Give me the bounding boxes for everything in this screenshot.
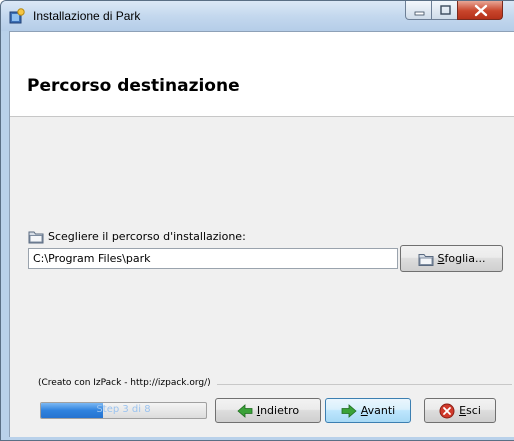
next-button[interactable]: Avanti	[325, 398, 411, 423]
path-label-row: Scegliere il percorso d'installazione:	[28, 228, 246, 244]
title-bar[interactable]: Installazione di Park	[1, 1, 514, 31]
arrow-right-icon	[341, 403, 357, 418]
installer-client-area: Percorso destinazione Scegliere il perco…	[9, 31, 514, 437]
maximize-icon	[440, 5, 451, 15]
folder-icon	[28, 231, 44, 243]
arrow-left-icon	[237, 403, 253, 418]
exit-button[interactable]: Esci	[424, 398, 496, 423]
progress-text: Step 3 di 8	[96, 404, 151, 415]
exit-button-label: Esci	[459, 404, 481, 417]
close-circle-icon	[439, 403, 455, 418]
back-button[interactable]: Indietro	[215, 398, 321, 423]
installer-icon	[9, 8, 25, 24]
close-button[interactable]	[457, 1, 503, 20]
window-title: Installazione di Park	[33, 9, 141, 23]
credit-line: (Creato con IzPack - http://izpack.org/)	[38, 378, 512, 390]
close-icon	[474, 4, 488, 17]
step-progress-bar: Step 3 di 8	[40, 402, 207, 419]
minimize-icon	[414, 11, 425, 16]
minimize-button[interactable]	[405, 1, 432, 20]
maximize-button[interactable]	[431, 1, 458, 20]
back-button-label: Indietro	[256, 404, 300, 417]
next-button-label: Avanti	[360, 404, 396, 417]
browse-button-label: Sfoglia...	[437, 252, 486, 265]
install-path-input[interactable]	[28, 248, 398, 269]
installer-window: Installazione di Park Percorso destinazi…	[0, 0, 514, 441]
izpack-credit: (Creato con IzPack - http://izpack.org/)	[38, 378, 217, 388]
browse-button[interactable]: Sfoglia...	[400, 245, 503, 272]
header-panel: Percorso destinazione	[10, 32, 514, 117]
caption-buttons	[405, 1, 511, 21]
page-title: Percorso destinazione	[27, 76, 240, 96]
folder-icon	[418, 253, 434, 266]
path-label: Scegliere il percorso d'installazione:	[48, 229, 246, 243]
